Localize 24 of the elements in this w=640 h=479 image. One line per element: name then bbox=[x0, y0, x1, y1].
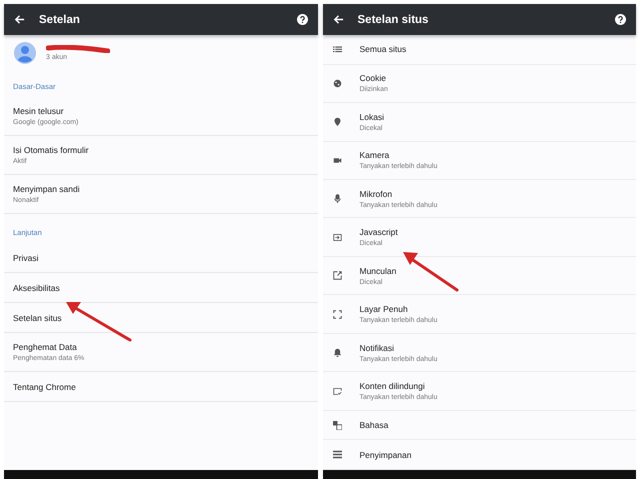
help-icon[interactable] bbox=[615, 14, 626, 25]
pin-icon bbox=[332, 117, 342, 126]
redaction-mark bbox=[46, 45, 110, 53]
screen-title: Setelan bbox=[39, 14, 80, 26]
storage-icon bbox=[332, 450, 342, 460]
list-icon bbox=[332, 44, 342, 54]
annotation-arrow bbox=[403, 252, 458, 292]
popup-icon bbox=[332, 271, 342, 280]
annotation-arrow bbox=[66, 302, 132, 342]
bell-icon bbox=[332, 348, 342, 358]
screen-title: Setelan situs bbox=[358, 14, 428, 26]
help-icon[interactable] bbox=[296, 14, 308, 25]
site-setting-item[interactable]: Semua situs bbox=[360, 44, 406, 54]
settings-item[interactable]: Tentang Chrome bbox=[4, 372, 318, 402]
settings-item[interactable]: Aksesibilitas bbox=[4, 273, 318, 303]
back-arrow-icon[interactable] bbox=[14, 14, 25, 25]
cookie-icon bbox=[332, 78, 342, 88]
mic-icon bbox=[332, 194, 342, 204]
site-setting-item[interactable]: Bahasa bbox=[360, 420, 388, 430]
back-arrow-icon[interactable] bbox=[332, 14, 344, 25]
site-setting-item[interactable]: Penyimpanan bbox=[360, 450, 412, 460]
settings-item[interactable]: Privasi bbox=[4, 243, 318, 273]
camera-icon bbox=[332, 156, 342, 165]
avatar-icon bbox=[14, 42, 36, 64]
